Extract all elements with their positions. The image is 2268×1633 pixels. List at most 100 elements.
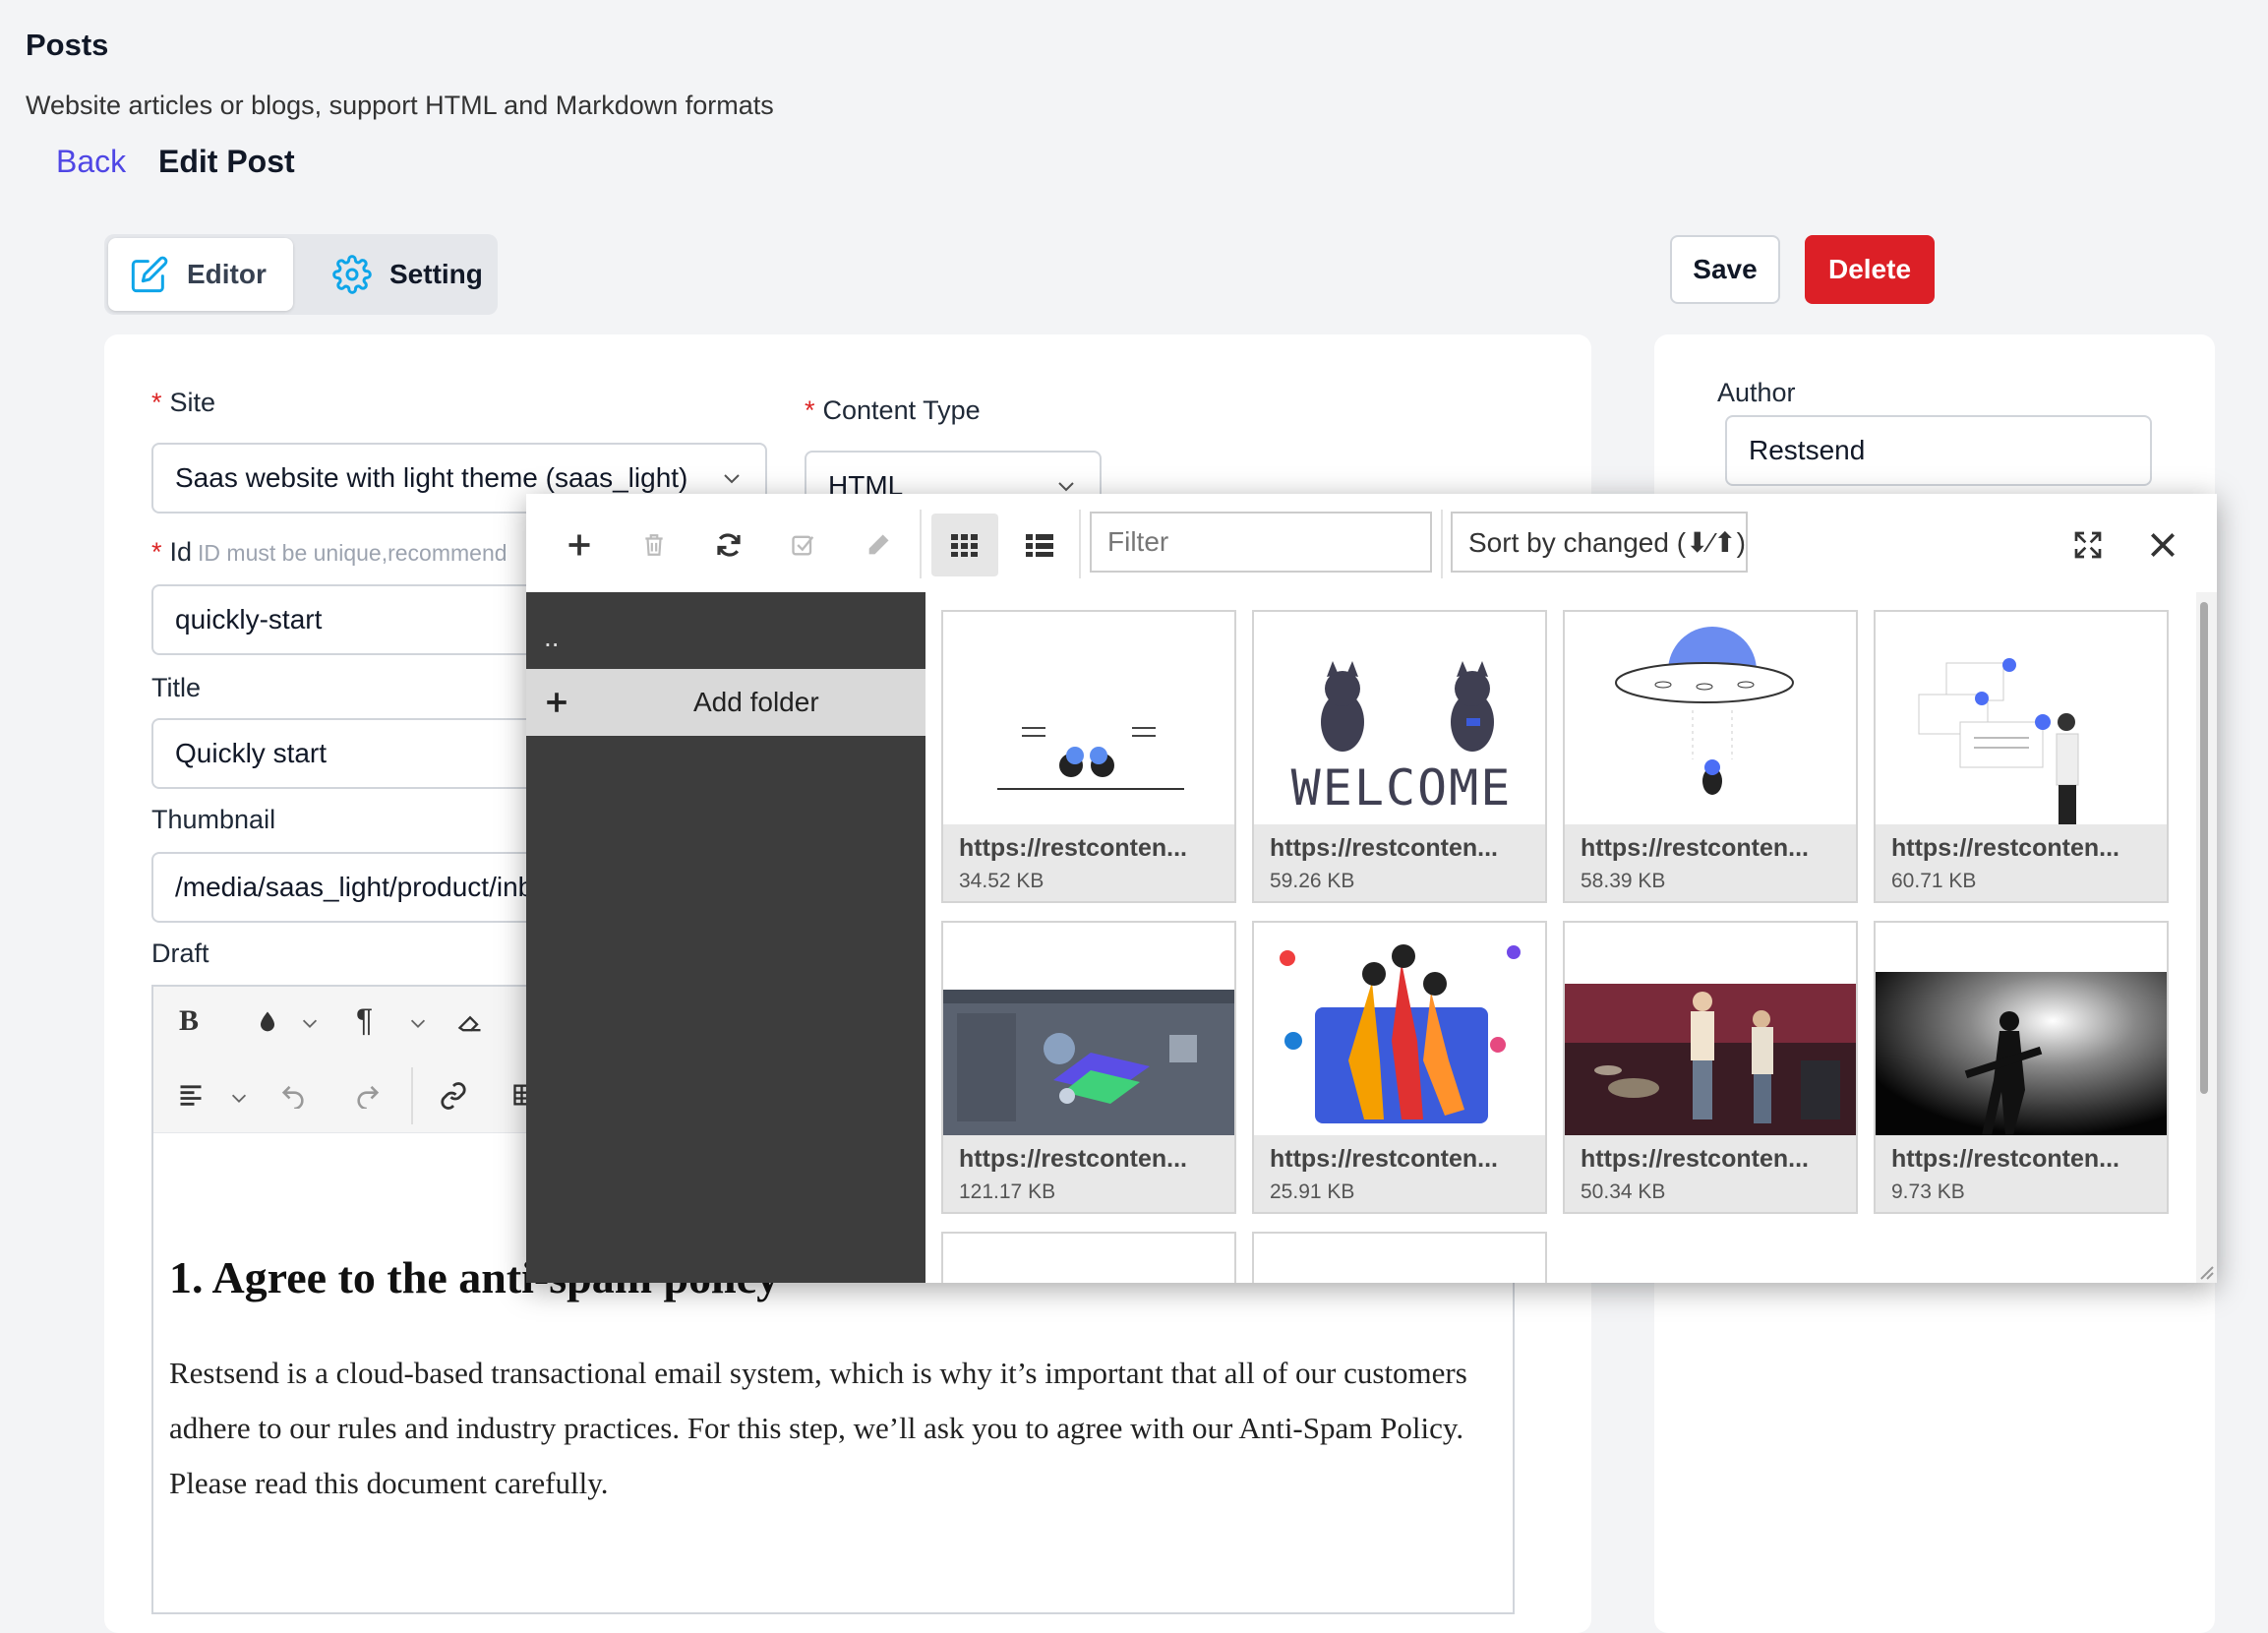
file-size: 25.91 KB — [1270, 1180, 1355, 1203]
paragraph-icon[interactable]: ¶ — [356, 1002, 373, 1039]
file-size: 121.17 KB — [959, 1180, 1056, 1203]
file-tile[interactable] — [1252, 1232, 1547, 1283]
file-tile[interactable]: https://restconten... 60.71 KB — [1874, 610, 2169, 903]
plus-icon — [568, 534, 590, 556]
chevron-down-icon[interactable] — [228, 1087, 250, 1109]
file-manager-toolbar: Filter Sort by changed (⬇⁄⬆) — [526, 494, 2217, 593]
expand-icon — [2074, 531, 2102, 559]
filter-input[interactable]: Filter — [1090, 512, 1432, 573]
tab-bar: Editor Setting — [104, 234, 498, 315]
file-thumbnail — [1876, 612, 2167, 824]
grid-icon — [951, 534, 978, 557]
file-tile[interactable] — [941, 1232, 1236, 1283]
pencil-square-icon — [131, 256, 168, 293]
file-grid: https://restconten... 34.52 KB WELCOME ht… — [925, 592, 2196, 1283]
file-thumbnail: WELCOME — [1254, 612, 1545, 824]
back-link[interactable]: Back — [56, 144, 126, 180]
id-hint: ID must be unique,recommend — [198, 540, 507, 566]
file-manager-dialog: Filter Sort by changed (⬇⁄⬆) .. Add fold… — [526, 494, 2217, 1283]
page-subtitle: Website articles or blogs, support HTML … — [26, 91, 774, 120]
file-tile[interactable]: https://restconten... 58.39 KB — [1563, 610, 1858, 903]
chevron-down-icon[interactable] — [407, 1012, 429, 1034]
file-thumbnail — [1876, 923, 2167, 1135]
draft-label: Draft — [151, 938, 209, 968]
thumbnail-label: Thumbnail — [151, 805, 276, 834]
file-tile[interactable]: https://restconten... 34.52 KB — [941, 610, 1236, 903]
file-url: https://restconten... — [1581, 834, 1809, 862]
rename-button[interactable] — [845, 514, 912, 576]
close-button[interactable] — [2129, 514, 2196, 576]
toolbar-divider — [411, 1067, 413, 1124]
file-thumbnail — [943, 923, 1234, 1135]
toolbar-divider — [1079, 510, 1081, 578]
file-tile[interactable]: https://restconten... 50.34 KB — [1563, 921, 1858, 1214]
author-label: Author — [1717, 378, 1796, 407]
site-label: * Site — [151, 388, 216, 417]
chevron-down-icon — [724, 474, 740, 484]
chevron-down-icon[interactable] — [299, 1012, 321, 1034]
text-color-icon[interactable] — [254, 1008, 281, 1036]
title-label: Title — [151, 673, 202, 702]
refresh-button[interactable] — [695, 514, 762, 576]
author-input[interactable]: Restsend — [1725, 415, 2152, 486]
file-thumbnail — [1565, 612, 1856, 824]
file-thumbnail — [1254, 923, 1545, 1135]
toolbar-divider — [920, 510, 922, 578]
list-view-button[interactable] — [1006, 514, 1073, 576]
file-url: https://restconten... — [1891, 834, 2119, 862]
file-tile[interactable]: https://restconten... 25.91 KB — [1252, 921, 1547, 1214]
fullscreen-button[interactable] — [2055, 514, 2121, 576]
align-left-icon[interactable] — [177, 1081, 205, 1109]
add-folder-button[interactable]: Add folder — [526, 669, 925, 736]
scrollbar-thumb[interactable] — [2200, 602, 2208, 1094]
file-url: https://restconten... — [1270, 1145, 1498, 1173]
grid-view-button[interactable] — [931, 514, 998, 576]
file-url: https://restconten... — [1581, 1145, 1809, 1173]
plus-icon — [547, 693, 567, 712]
file-tile[interactable]: https://restconten... 9.73 KB — [1874, 921, 2169, 1214]
folder-tree: .. Add folder — [526, 592, 925, 1283]
list-icon — [1026, 534, 1053, 557]
tab-editor-label: Editor — [187, 259, 267, 289]
check-square-icon — [792, 535, 814, 556]
file-tile[interactable]: WELCOME https://restconten... 59.26 KB — [1252, 610, 1547, 903]
gear-icon — [332, 255, 372, 294]
tab-editor[interactable]: Editor — [108, 238, 293, 311]
document-paragraph[interactable]: Restsend is a cloud-based transactional … — [169, 1346, 1487, 1511]
new-file-button[interactable] — [546, 514, 613, 576]
sort-dropdown[interactable]: Sort by changed (⬇⁄⬆) — [1451, 512, 1748, 573]
save-button[interactable]: Save — [1670, 235, 1780, 304]
link-icon[interactable] — [439, 1081, 468, 1111]
file-size: 9.73 KB — [1891, 1180, 1965, 1203]
pencil-icon — [868, 534, 889, 555]
site-select-value: Saas website with light theme (saas_ligh… — [175, 462, 688, 493]
tab-setting[interactable]: Setting — [311, 238, 494, 311]
file-tile[interactable]: https://restconten... 121.17 KB — [941, 921, 1236, 1214]
bold-icon[interactable]: B — [179, 1004, 199, 1038]
file-size: 58.39 KB — [1581, 870, 1666, 892]
file-thumbnail — [1565, 923, 1856, 1135]
file-url: https://restconten... — [959, 834, 1187, 862]
file-size: 34.52 KB — [959, 870, 1044, 892]
refresh-icon — [717, 533, 741, 557]
content-type-label: * Content Type — [805, 395, 981, 425]
page-title: Posts — [26, 28, 109, 62]
undo-icon[interactable] — [279, 1081, 307, 1109]
edit-post-title: Edit Post — [158, 144, 295, 179]
parent-folder-item[interactable]: .. — [544, 622, 560, 653]
add-folder-label: Add folder — [693, 687, 819, 717]
id-label: * Id ID must be unique,recommend — [151, 537, 507, 567]
file-url: https://restconten... — [1270, 834, 1498, 862]
delete-button[interactable]: Delete — [1805, 235, 1935, 304]
select-button[interactable] — [770, 514, 837, 576]
eraser-icon[interactable] — [454, 1008, 486, 1036]
resize-handle-icon[interactable] — [2195, 1261, 2215, 1281]
tab-setting-label: Setting — [389, 259, 483, 289]
redo-icon[interactable] — [354, 1081, 382, 1109]
file-size: 60.71 KB — [1891, 870, 1977, 892]
file-url: https://restconten... — [959, 1145, 1187, 1173]
file-size: 59.26 KB — [1270, 870, 1355, 892]
delete-file-button[interactable] — [621, 514, 687, 576]
trash-icon — [645, 534, 663, 556]
file-size: 50.34 KB — [1581, 1180, 1666, 1203]
